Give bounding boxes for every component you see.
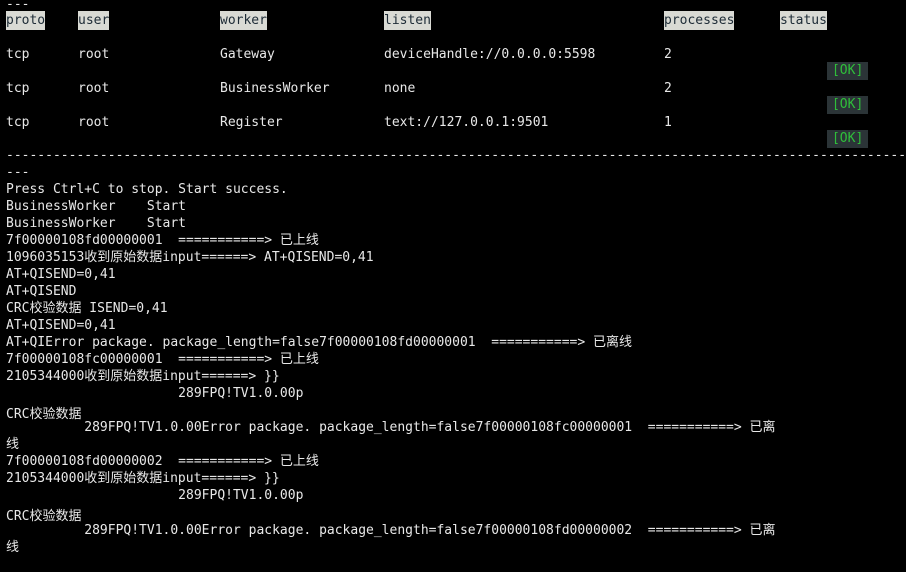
cell-proto: tcp bbox=[6, 47, 30, 62]
log-line: 线 bbox=[6, 540, 20, 555]
log-line: 7f00000108fd00000002 ===========> 已上线 bbox=[6, 454, 319, 469]
status-badge: [OK] bbox=[826, 130, 869, 148]
status-badge: [OK] bbox=[826, 96, 869, 114]
cell-user: root bbox=[78, 115, 110, 130]
table-header-status: status bbox=[780, 11, 827, 30]
log-line: 2105344000收到原始数据input======> }} bbox=[6, 471, 280, 486]
log-line: 289FPQ!TV1.0.00Error package. package_le… bbox=[6, 420, 776, 435]
table-header-worker: worker bbox=[220, 11, 267, 30]
table-header-listen: listen bbox=[384, 11, 431, 30]
cell-proto: tcp bbox=[6, 81, 30, 96]
cell-worker: Gateway bbox=[220, 47, 275, 62]
log-line: 289FPQ!TV1.0.00p bbox=[6, 386, 304, 401]
log-line: 2105344000收到原始数据input======> }} bbox=[6, 369, 280, 384]
top-truncated-separator: --- bbox=[6, 0, 30, 12]
log-line: 289FPQ!TV1.0.00Error package. package_le… bbox=[6, 523, 776, 538]
log-line: Press Ctrl+C to stop. Start success. bbox=[6, 182, 288, 197]
cell-listen: none bbox=[384, 81, 416, 96]
log-line: AT+QISEND=0,41 bbox=[6, 267, 116, 282]
log-line: 线 bbox=[6, 437, 20, 452]
log-line: 7f00000108fd00000001 ===========> 已上线 bbox=[6, 233, 319, 248]
cell-worker: BusinessWorker bbox=[220, 81, 330, 96]
log-line: AT+QIError package. package_length=false… bbox=[6, 335, 632, 350]
cell-listen: text://127.0.0.1:9501 bbox=[384, 115, 549, 130]
cell-listen: deviceHandle://0.0.0.0:5598 bbox=[384, 47, 596, 62]
log-line: AT+QISEND bbox=[6, 284, 77, 299]
terminal-window[interactable]: --- proto user worker listen processes s… bbox=[0, 0, 906, 572]
separator-dashes: ----------------------------------------… bbox=[6, 148, 906, 163]
cell-processes: 2 bbox=[664, 47, 672, 62]
cell-processes: 2 bbox=[664, 81, 672, 96]
log-line: 289FPQ!TV1.0.00p bbox=[6, 488, 304, 503]
table-header-processes: processes bbox=[664, 11, 735, 30]
log-line: 1096035153收到原始数据input======> AT+QISEND=0… bbox=[6, 250, 374, 265]
log-line: AT+QISEND=0,41 bbox=[6, 318, 116, 333]
separator-dashes-wrap: --- bbox=[6, 165, 30, 180]
table-header-proto: proto bbox=[6, 11, 46, 30]
status-badge: [OK] bbox=[826, 62, 869, 80]
cell-user: root bbox=[78, 81, 110, 96]
cell-worker: Register bbox=[220, 115, 283, 130]
cell-processes: 1 bbox=[664, 115, 672, 130]
cell-proto: tcp bbox=[6, 115, 30, 130]
log-line: BusinessWorker Start bbox=[6, 216, 187, 231]
log-line: 7f00000108fc00000001 ===========> 已上线 bbox=[6, 352, 319, 367]
table-header-user: user bbox=[78, 11, 110, 30]
cell-user: root bbox=[78, 47, 110, 62]
log-line: CRC校验数据 ISEND=0,41 bbox=[6, 301, 168, 316]
log-line: BusinessWorker Start bbox=[6, 199, 187, 214]
